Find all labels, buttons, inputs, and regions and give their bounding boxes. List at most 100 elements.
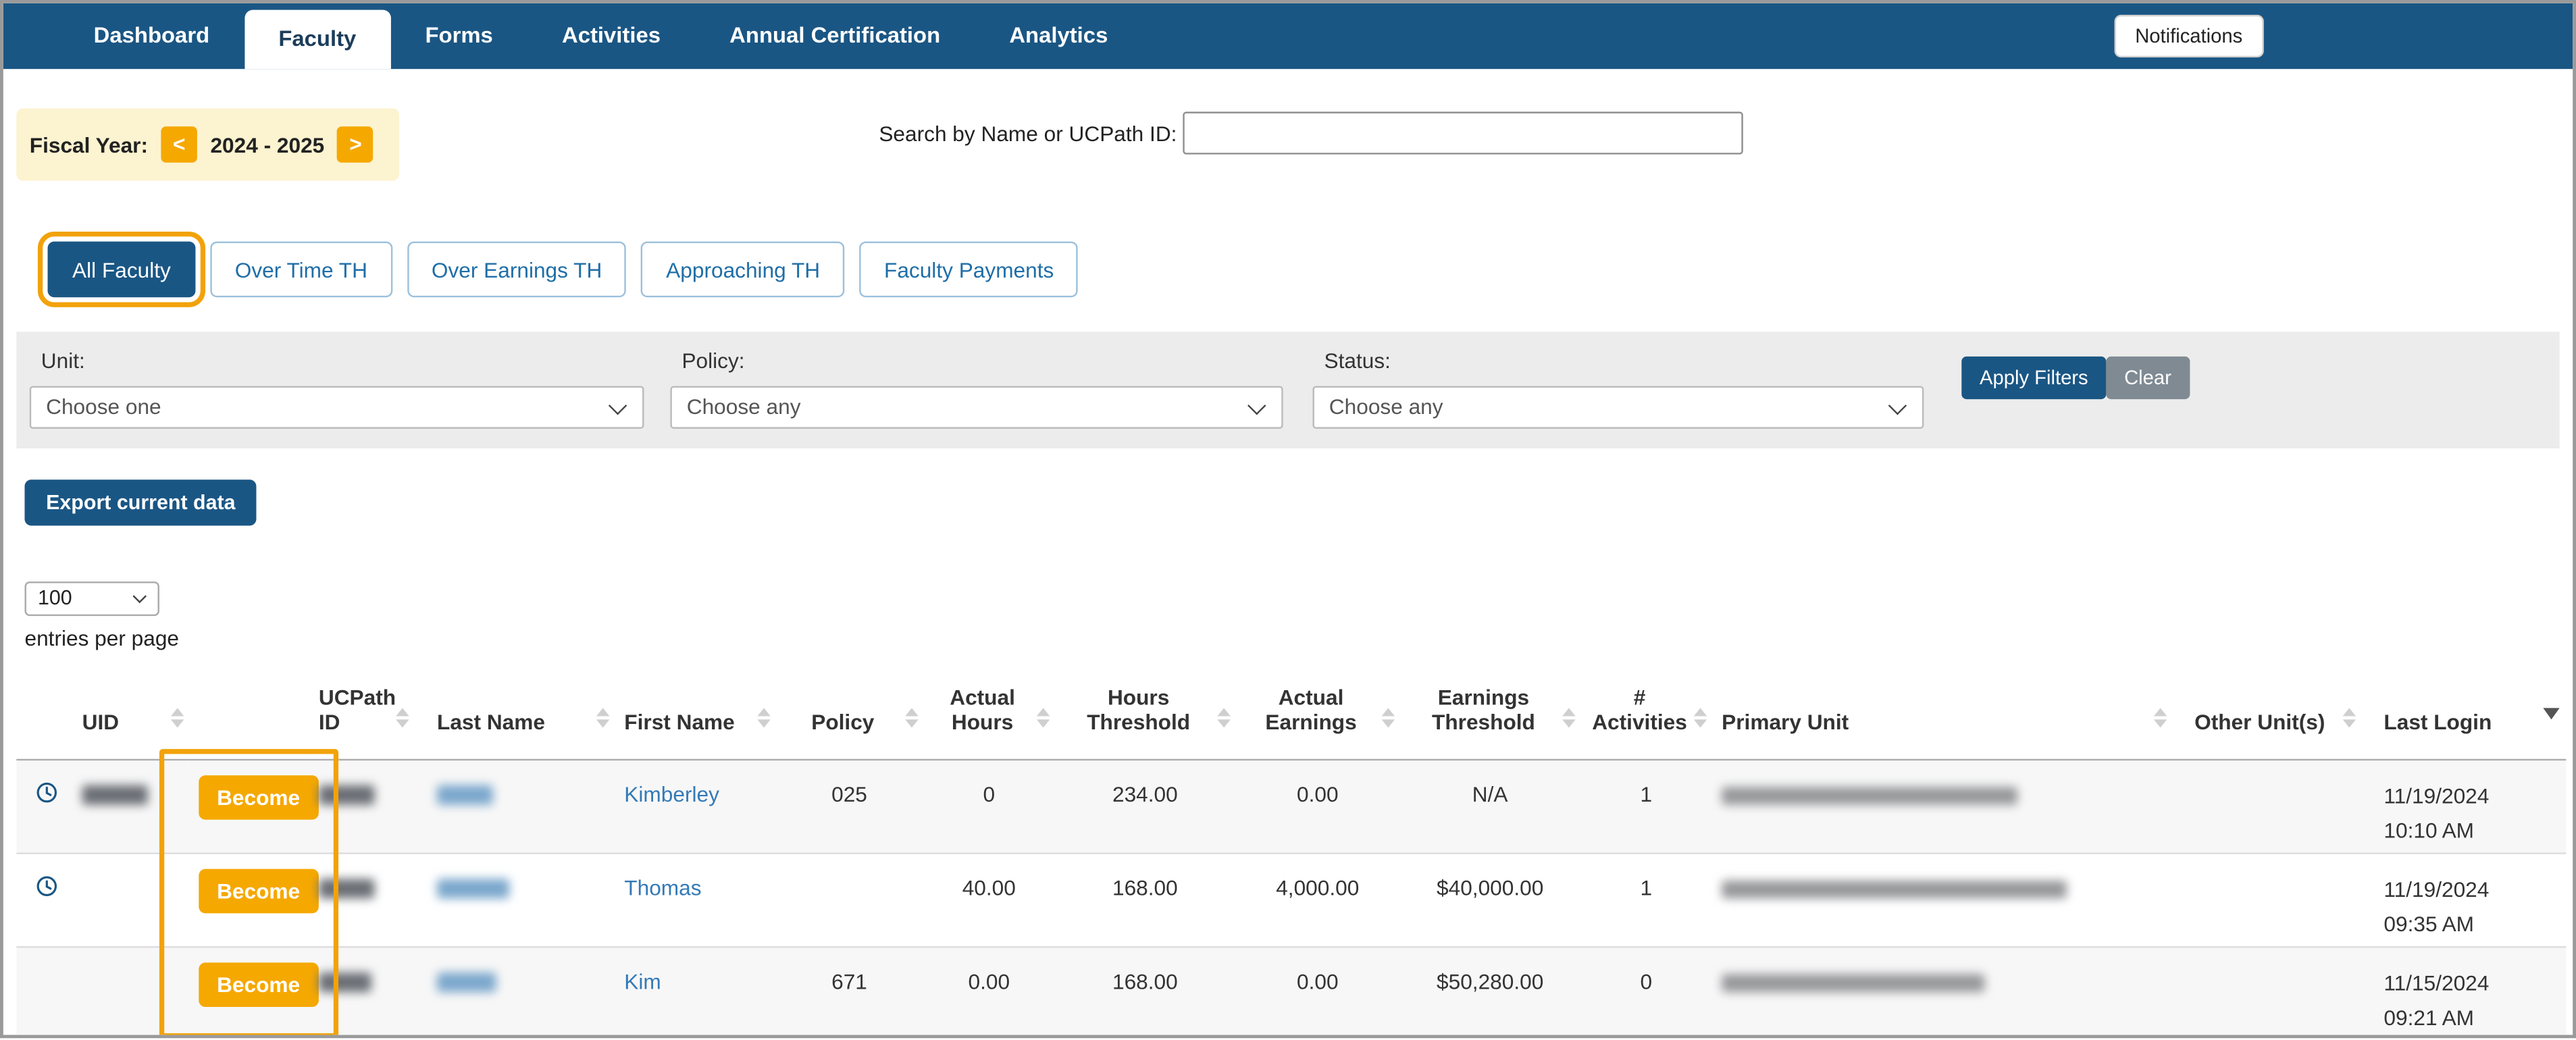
header-last-name[interactable]: Last Name <box>414 660 615 759</box>
policy-cell: 025 <box>775 759 923 853</box>
tab-over-earnings-th[interactable]: Over Earnings TH <box>407 242 626 298</box>
policy-select[interactable]: Choose any <box>670 386 1283 429</box>
unit-select-value: Choose one <box>46 394 161 419</box>
primary-unit-redacted <box>1722 973 1984 991</box>
header-other-units[interactable]: Other Unit(s) <box>2172 660 2361 759</box>
apply-filters-button[interactable]: Apply Filters <box>1961 357 2106 399</box>
header-become <box>189 660 309 759</box>
header-actual-hours[interactable]: Actual Hours <box>923 660 1055 759</box>
fiscal-year-prev-button[interactable]: < <box>161 126 197 163</box>
unit-filter-label: Unit: <box>41 348 85 373</box>
actual-earnings-cell: 0.00 <box>1235 946 1399 1038</box>
chevron-down-icon <box>132 590 147 604</box>
earnings-threshold-cell: N/A <box>1399 759 1580 853</box>
nav-item-analytics[interactable]: Analytics <box>975 3 1142 69</box>
nav-item-forms[interactable]: Forms <box>390 3 527 69</box>
first-name-link[interactable]: Kimberley <box>624 781 719 806</box>
header-actual-earnings[interactable]: Actual Earnings <box>1235 660 1399 759</box>
clear-filters-button[interactable]: Clear <box>2106 357 2189 399</box>
notifications-button[interactable]: Notifications <box>2114 15 2264 57</box>
policy-cell: 671 <box>775 946 923 1038</box>
search-input[interactable] <box>1183 111 1743 154</box>
header-earnings-threshold-label: Earnings Threshold <box>1432 684 1535 733</box>
header-hours-threshold[interactable]: Hours Threshold <box>1055 660 1236 759</box>
policy-filter-label: Policy: <box>681 348 744 373</box>
page-size-select[interactable]: 100 <box>24 581 159 616</box>
primary-unit-redacted <box>1722 786 2017 804</box>
header-ucpath-id[interactable]: UCPath ID <box>309 660 414 759</box>
app-frame: Dashboard Faculty Forms Activities Annua… <box>0 0 2576 1038</box>
first-name-link[interactable]: Kim <box>624 968 661 993</box>
tab-all-faculty[interactable]: All Faculty <box>48 242 196 298</box>
become-button[interactable]: Become <box>199 775 318 819</box>
header-actual-hours-label: Actual Hours <box>950 684 1015 733</box>
header-history <box>16 660 72 759</box>
other-units-cell <box>2172 852 2361 946</box>
become-button[interactable]: Become <box>199 868 318 913</box>
last-name-redacted[interactable] <box>437 972 496 992</box>
nav-item-activities[interactable]: Activities <box>527 3 695 69</box>
tab-faculty-payments[interactable]: Faculty Payments <box>860 242 1079 298</box>
export-current-data-button[interactable]: Export current data <box>24 479 257 525</box>
nav-item-annual-certification[interactable]: Annual Certification <box>695 3 975 69</box>
history-clock-icon[interactable] <box>36 781 58 803</box>
header-policy-label: Policy <box>811 709 874 733</box>
sort-carets-icon <box>2154 707 2167 727</box>
sort-carets-icon <box>596 707 609 727</box>
status-select-value: Choose any <box>1329 394 1443 419</box>
filter-panel: Unit: Choose one Policy: Choose any Stat… <box>16 332 2559 448</box>
header-band: Fiscal Year: < 2024 - 2025 > Search by N… <box>3 69 2573 201</box>
ucpath-id-redacted <box>319 972 371 992</box>
search-label: Search by Name or UCPath ID: <box>879 121 1177 145</box>
last-name-redacted[interactable] <box>437 879 509 898</box>
last-login-cell: 11/19/202409:35 AM <box>2361 852 2566 946</box>
ucpath-id-redacted <box>319 879 375 898</box>
tab-approaching-th[interactable]: Approaching TH <box>642 242 845 298</box>
header-uid-label: UID <box>82 709 119 733</box>
actual-earnings-cell: 4,000.00 <box>1235 852 1399 946</box>
header-policy[interactable]: Policy <box>775 660 923 759</box>
entries-per-page-label: entries per page <box>24 626 2573 652</box>
activities-cell: 1 <box>1580 852 1712 946</box>
unit-select[interactable]: Choose one <box>30 386 644 429</box>
first-name-link[interactable]: Thomas <box>624 875 701 899</box>
header-last-login[interactable]: Last Login <box>2361 660 2566 759</box>
policy-cell <box>775 852 923 946</box>
search-group: Search by Name or UCPath ID: <box>879 111 1743 154</box>
status-select[interactable]: Choose any <box>1312 386 1924 429</box>
uid-redacted <box>82 785 148 805</box>
earnings-threshold-cell: $40,000.00 <box>1399 852 1580 946</box>
header-primary-unit[interactable]: Primary Unit <box>1712 660 2172 759</box>
actual-earnings-cell: 0.00 <box>1235 759 1399 853</box>
screenshot-root: Dashboard Faculty Forms Activities Annua… <box>0 0 2576 1040</box>
header-first-name[interactable]: First Name <box>615 660 775 759</box>
last-login-cell: 11/19/202410:10 AM <box>2361 759 2566 853</box>
become-button[interactable]: Become <box>199 962 318 1006</box>
header-uid[interactable]: UID <box>72 660 189 759</box>
nav-item-dashboard[interactable]: Dashboard <box>59 3 244 69</box>
header-activities[interactable]: # Activities <box>1580 660 1712 759</box>
nav-item-faculty[interactable]: Faculty <box>244 10 390 70</box>
last-login-cell: 11/15/202409:21 AM <box>2361 946 2566 1038</box>
hours-threshold-cell: 168.00 <box>1055 852 1236 946</box>
last-name-redacted[interactable] <box>437 785 493 805</box>
top-nav: Dashboard Faculty Forms Activities Annua… <box>3 3 2573 69</box>
header-actual-earnings-label: Actual Earnings <box>1265 684 1356 733</box>
table-row: Become Kim 671 0.00 168.00 0.00 $50,280.… <box>16 946 2566 1038</box>
chevron-down-icon <box>1888 396 1907 415</box>
fiscal-year-bar: Fiscal Year: < 2024 - 2025 > <box>16 109 400 181</box>
chevron-down-icon <box>609 396 627 415</box>
history-clock-icon[interactable] <box>36 875 58 896</box>
tab-over-time-th[interactable]: Over Time TH <box>210 242 392 298</box>
fiscal-year-next-button[interactable]: > <box>338 126 374 163</box>
header-hours-threshold-label: Hours Threshold <box>1087 684 1190 733</box>
sort-carets-icon <box>1562 707 1575 727</box>
header-earnings-threshold[interactable]: Earnings Threshold <box>1399 660 1580 759</box>
header-other-units-label: Other Unit(s) <box>2194 709 2325 733</box>
hours-threshold-cell: 234.00 <box>1055 759 1236 853</box>
header-last-name-label: Last Name <box>437 709 545 733</box>
sort-carets-icon <box>1217 707 1230 727</box>
activities-cell: 0 <box>1580 946 1712 1038</box>
sort-carets-icon <box>1694 707 1707 727</box>
sort-desc-icon <box>2543 707 2559 719</box>
